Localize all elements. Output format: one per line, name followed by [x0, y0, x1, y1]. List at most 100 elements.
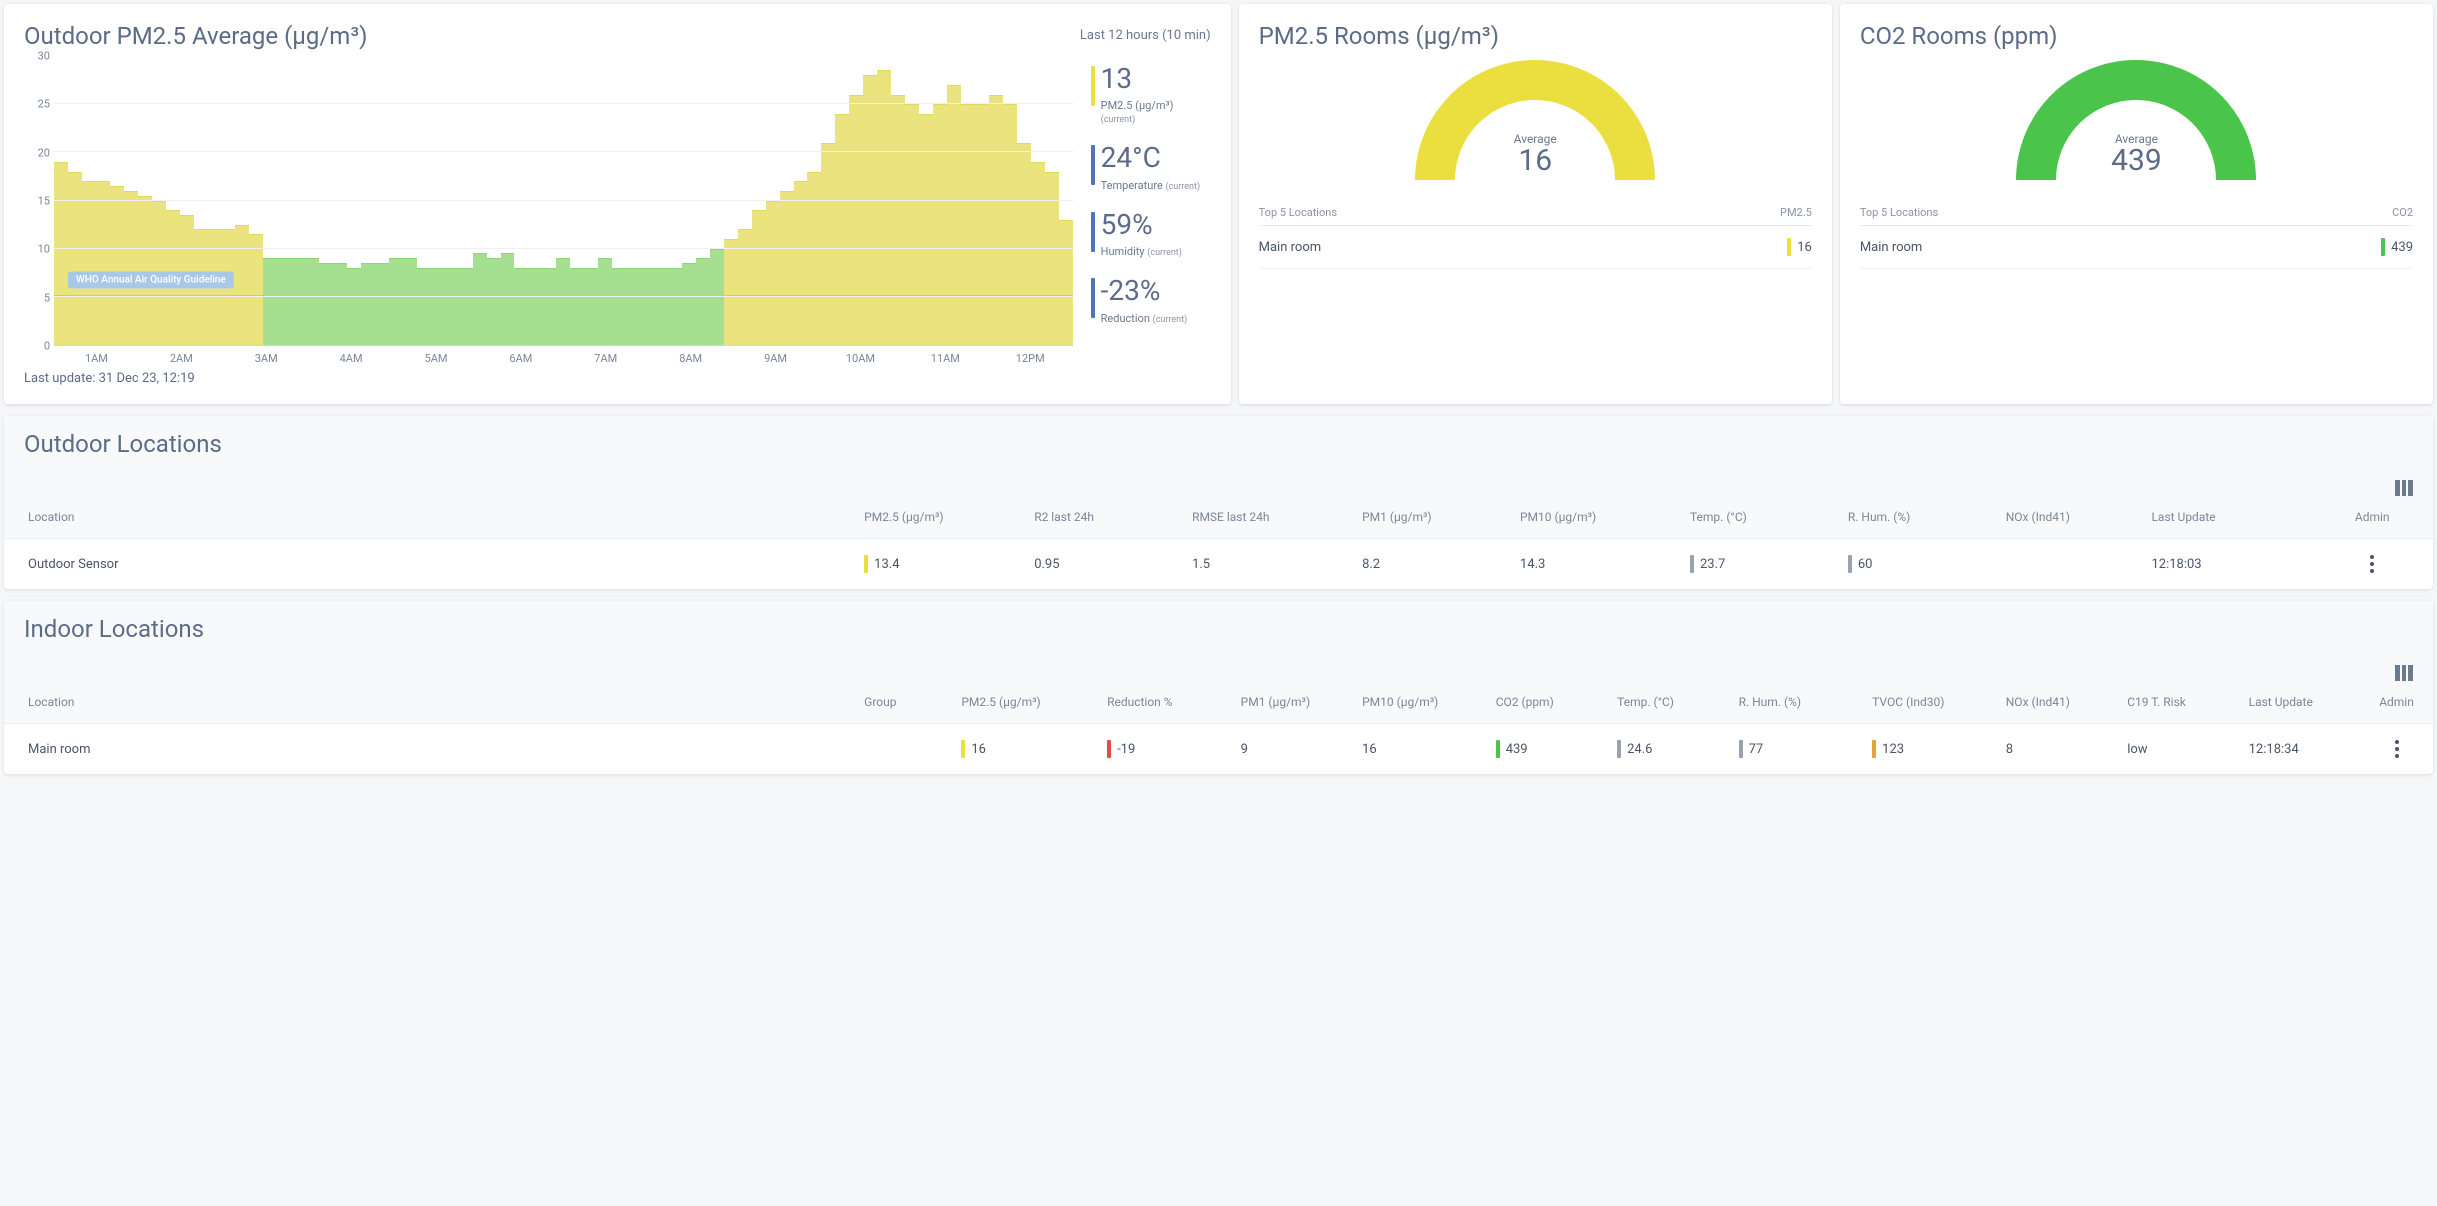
- who-guideline-tag: WHO Annual Air Quality Guideline: [68, 271, 234, 288]
- co2-top5-head-loc: Top 5 Locations: [1860, 206, 1938, 219]
- col-group[interactable]: Group: [854, 681, 951, 724]
- cell-co2: 439: [1506, 742, 1528, 757]
- status-bar-pm25: [864, 555, 868, 573]
- cell-rhum: 60: [1858, 557, 1873, 572]
- outdoor-section-title: Outdoor Locations: [24, 430, 222, 458]
- cell-pm1: 9: [1231, 724, 1352, 775]
- col-rhum[interactable]: R. Hum. (%): [1729, 681, 1863, 724]
- kpi-hum-label: Humidity (current): [1101, 245, 1211, 258]
- kpi-temp-value: 24°C: [1101, 143, 1211, 172]
- col-pm1[interactable]: PM1 (µg/m³): [1231, 681, 1352, 724]
- col-temp[interactable]: Temp. (°C): [1607, 681, 1728, 724]
- col-c19[interactable]: C19 T. Risk: [2117, 681, 2238, 724]
- columns-icon[interactable]: [2395, 480, 2413, 496]
- co2-rooms-title: CO2 Rooms (ppm): [1860, 22, 2413, 50]
- columns-icon[interactable]: [2395, 665, 2413, 681]
- cell-nox: [1996, 539, 2142, 590]
- cell-last: 12:18:03: [2141, 539, 2311, 590]
- co2-rooms-card: CO2 Rooms (ppm) Average 439 Top 5 Locati…: [1840, 4, 2433, 404]
- outdoor-header-row: Location PM2.5 (µg/m³) R2 last 24h RMSE …: [4, 496, 2433, 539]
- col-reduction[interactable]: Reduction %: [1097, 681, 1231, 724]
- outdoor-pm25-chart-card: Outdoor PM2.5 Average (µg/m³) Last 12 ho…: [4, 4, 1231, 404]
- cell-reduction: -19: [1117, 742, 1135, 757]
- co2-row-status-bar: [2381, 238, 2385, 256]
- kpi-pm25-value: 13: [1101, 64, 1211, 93]
- outdoor-locations-section: Outdoor Locations Location PM2.5 (µg/m³)…: [4, 416, 2433, 589]
- col-pm25[interactable]: PM2.5 (µg/m³): [951, 681, 1097, 724]
- kpi-red-value: -23%: [1101, 276, 1211, 305]
- pm25-bar-chart[interactable]: 051015202530 WHO Annual Air Quality Guid…: [24, 56, 1073, 346]
- pm25-top5-head-loc: Top 5 Locations: [1259, 206, 1337, 219]
- kpi-pm25-label: PM2.5 (µg/m³) (current): [1101, 99, 1211, 125]
- cell-rmse: 1.5: [1182, 539, 1352, 590]
- kpi-red-label: Reduction (current): [1101, 312, 1211, 325]
- chart-title: Outdoor PM2.5 Average (µg/m³): [24, 22, 368, 50]
- cell-location: Outdoor Sensor: [4, 539, 854, 590]
- col-last[interactable]: Last Update: [2141, 496, 2311, 539]
- cell-pm25: 16: [971, 742, 986, 757]
- outdoor-row[interactable]: Outdoor Sensor 13.4 0.95 1.5 8.2 14.3 23…: [4, 539, 2433, 590]
- col-pm1[interactable]: PM1 (µg/m³): [1352, 496, 1510, 539]
- pm25-rooms-card: PM2.5 Rooms (µg/m³) Average 16 Top 5 Loc…: [1239, 4, 1832, 404]
- cell-r2: 0.95: [1024, 539, 1182, 590]
- cell-tvoc: 123: [1882, 742, 1904, 757]
- status-bar-pm25: [961, 740, 965, 758]
- status-bar-temp: [1617, 740, 1621, 758]
- col-temp[interactable]: Temp. (°C): [1680, 496, 1838, 539]
- pm25-top5-row[interactable]: Main room 16: [1259, 226, 1812, 269]
- cell-c19: low: [2117, 724, 2238, 775]
- cell-group: [854, 724, 951, 775]
- chart-last-update: Last update: 31 Dec 23, 12:19: [24, 371, 1073, 386]
- co2-top5-row-value: 439: [2391, 240, 2413, 255]
- indoor-table: Location Group PM2.5 (µg/m³) Reduction %…: [4, 681, 2433, 774]
- co2-top5-row[interactable]: Main room 439: [1860, 226, 2413, 269]
- col-nox[interactable]: NOx (Ind41): [1996, 681, 2117, 724]
- col-pm10[interactable]: PM10 (µg/m³): [1352, 681, 1486, 724]
- kpi-temperature: 24°C Temperature (current): [1091, 143, 1211, 191]
- col-rhum[interactable]: R. Hum. (%): [1838, 496, 1996, 539]
- col-pm25[interactable]: PM2.5 (µg/m³): [854, 496, 1024, 539]
- co2-top5-head-val: CO2: [2392, 206, 2413, 219]
- kpi-humidity: 59% Humidity (current): [1091, 210, 1211, 258]
- indoor-section-title: Indoor Locations: [24, 615, 204, 643]
- status-bar-co2: [1496, 740, 1500, 758]
- chart-range: Last 12 hours (10 min): [1080, 28, 1211, 43]
- cell-temp: 23.7: [1700, 557, 1725, 572]
- row-menu-icon[interactable]: [2395, 740, 2399, 758]
- row-menu-icon[interactable]: [2370, 555, 2374, 573]
- col-nox[interactable]: NOx (Ind41): [1996, 496, 2142, 539]
- cell-last: 12:18:34: [2239, 724, 2360, 775]
- col-last[interactable]: Last Update: [2239, 681, 2360, 724]
- co2-gauge: Average 439: [2016, 60, 2256, 180]
- kpi-pm25: 13 PM2.5 (µg/m³) (current): [1091, 64, 1211, 125]
- col-location[interactable]: Location: [4, 496, 854, 539]
- col-r2[interactable]: R2 last 24h: [1024, 496, 1182, 539]
- status-bar-reduction: [1107, 740, 1111, 758]
- cell-pm25: 13.4: [874, 557, 899, 572]
- col-rmse[interactable]: RMSE last 24h: [1182, 496, 1352, 539]
- col-co2[interactable]: CO2 (ppm): [1486, 681, 1607, 724]
- co2-gauge-value: 439: [2016, 146, 2256, 176]
- pm25-row-status-bar: [1787, 238, 1791, 256]
- status-bar-rhum: [1739, 740, 1743, 758]
- col-admin: Admin: [2360, 681, 2433, 724]
- pm25-gauge-value: 16: [1415, 146, 1655, 176]
- col-tvoc[interactable]: TVOC (Ind30): [1862, 681, 1996, 724]
- outdoor-table: Location PM2.5 (µg/m³) R2 last 24h RMSE …: [4, 496, 2433, 589]
- status-bar-rhum: [1848, 555, 1852, 573]
- kpi-temp-label: Temperature (current): [1101, 179, 1211, 192]
- kpi-hum-value: 59%: [1101, 210, 1211, 239]
- cell-rhum: 77: [1749, 742, 1764, 757]
- pm25-top5-row-name: Main room: [1259, 240, 1322, 255]
- pm25-gauge: Average 16: [1415, 60, 1655, 180]
- col-admin: Admin: [2311, 496, 2433, 539]
- col-pm10[interactable]: PM10 (µg/m³): [1510, 496, 1680, 539]
- col-location[interactable]: Location: [4, 681, 854, 724]
- status-bar-temp: [1690, 555, 1694, 573]
- pm25-rooms-title: PM2.5 Rooms (µg/m³): [1259, 22, 1812, 50]
- indoor-row[interactable]: Main room 16 -19 9 16 439 24.6 77 123 8 …: [4, 724, 2433, 775]
- cell-pm10: 16: [1352, 724, 1486, 775]
- co2-top5-row-name: Main room: [1860, 240, 1923, 255]
- cell-nox: 8: [1996, 724, 2117, 775]
- indoor-header-row: Location Group PM2.5 (µg/m³) Reduction %…: [4, 681, 2433, 724]
